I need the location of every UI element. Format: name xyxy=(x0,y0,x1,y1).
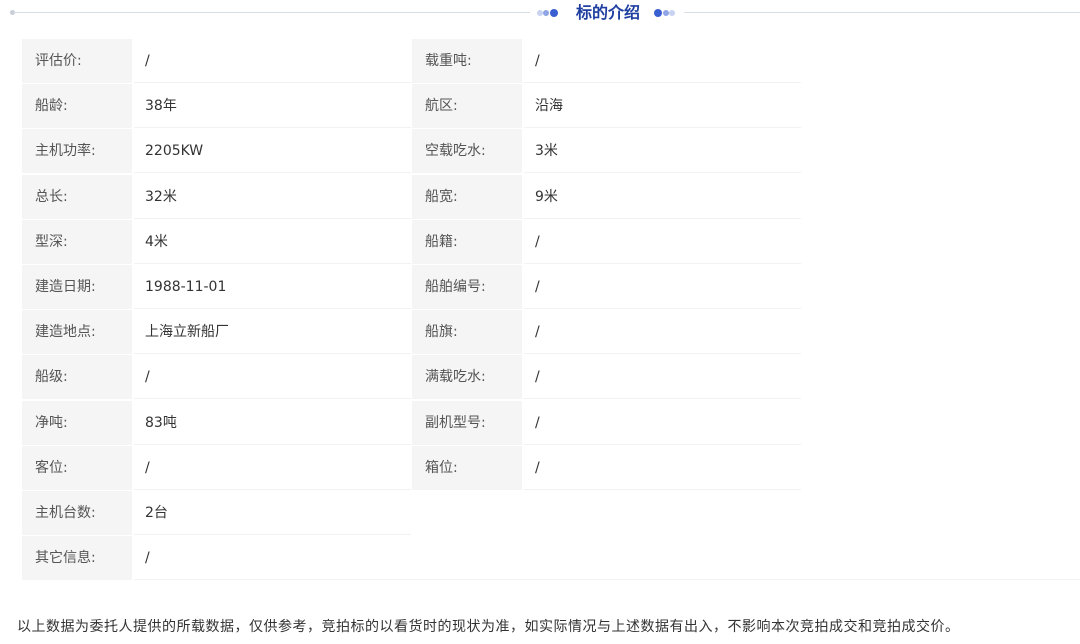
field-value: 上海立新船厂 xyxy=(134,310,411,355)
field-label: 满载吃水: xyxy=(412,355,522,400)
table-row: 主机功率: 2205KW 空载吃水: 3米 xyxy=(22,129,1080,174)
dots-right-icon xyxy=(652,8,676,17)
field-label: 载重吨: xyxy=(412,39,522,83)
field-value: / xyxy=(524,39,801,83)
table-row: 总长: 32米 船宽: 9米 xyxy=(22,174,1080,220)
field-label: 船龄: xyxy=(22,84,132,129)
table-row: 客位: / 箱位: / xyxy=(22,445,1080,491)
field-value: 沿海 xyxy=(524,84,801,129)
table-row: 净吨: 83吨 副机型号: / xyxy=(22,400,1080,446)
field-value: / xyxy=(524,355,801,400)
field-label: 净吨: xyxy=(22,400,132,445)
field-value: / xyxy=(134,536,1080,581)
field-label: 总长: xyxy=(22,174,132,219)
field-value: 83吨 xyxy=(134,400,411,445)
field-value: 3米 xyxy=(524,129,801,174)
field-value: / xyxy=(524,310,801,355)
field-label: 型深: xyxy=(22,219,132,264)
field-value: / xyxy=(134,39,411,83)
field-value: 2205KW xyxy=(134,129,411,174)
field-label: 主机台数: xyxy=(22,490,132,535)
field-value: / xyxy=(524,219,801,264)
field-label: 建造日期: xyxy=(22,264,132,309)
table-row: 型深: 4米 船籍: / xyxy=(22,219,1080,265)
field-value: 4米 xyxy=(134,219,411,264)
table-row: 船级: / 满载吃水: / xyxy=(22,355,1080,400)
field-value: 2台 xyxy=(134,490,411,535)
divider-line-left xyxy=(14,12,530,13)
table-row: 建造日期: 1988-11-01 船舶编号: / xyxy=(22,264,1080,310)
field-label: 船舶编号: xyxy=(412,264,522,309)
field-label: 评估价: xyxy=(22,39,132,83)
field-label: 副机型号: xyxy=(412,400,522,445)
field-value: / xyxy=(524,400,801,445)
field-value: / xyxy=(134,355,411,400)
field-label: 船籍: xyxy=(412,219,522,264)
table-row: 评估价: / 载重吨: / xyxy=(22,39,1080,84)
field-value: / xyxy=(134,445,411,490)
field-value: 1988-11-01 xyxy=(134,264,411,309)
table-row: 船龄: 38年 航区: 沿海 xyxy=(22,84,1080,129)
field-label: 建造地点: xyxy=(22,310,132,355)
table-row: 建造地点: 上海立新船厂 船旗: / xyxy=(22,310,1080,355)
field-label: 船宽: xyxy=(412,174,522,219)
divider-line-right xyxy=(684,12,1080,13)
field-label: 箱位: xyxy=(412,445,522,490)
section-title: 标的介绍 xyxy=(575,3,640,22)
field-label: 客位: xyxy=(22,445,132,490)
spec-table: 评估价: / 载重吨: / 船龄: 38年 航区: 沿海 主机功率: 2205KW 空载吃水: 3米总… xyxy=(22,39,1080,581)
table-row-other-info: 其它信息: / xyxy=(22,536,1080,581)
field-label: 主机功率: xyxy=(22,129,132,174)
dots-left-icon xyxy=(537,8,561,17)
disclaimer-text: 以上数据为委托人提供的所载数据，仅供参考，竞拍标的以看货时的现状为准，如实际情况… xyxy=(17,619,960,635)
field-value: 9米 xyxy=(524,174,801,219)
field-value: / xyxy=(524,264,801,309)
field-label: 船旗: xyxy=(412,310,522,355)
field-value: 32米 xyxy=(134,174,411,219)
table-row: 主机台数: 2台 xyxy=(22,490,1080,536)
field-label: 其它信息: xyxy=(22,536,132,581)
field-label: 船级: xyxy=(22,355,132,400)
section-header: 标的介绍 xyxy=(0,0,1080,26)
field-label: 航区: xyxy=(412,84,522,129)
field-value: 38年 xyxy=(134,84,411,129)
field-value: / xyxy=(524,445,801,490)
field-label: 空载吃水: xyxy=(412,129,522,174)
